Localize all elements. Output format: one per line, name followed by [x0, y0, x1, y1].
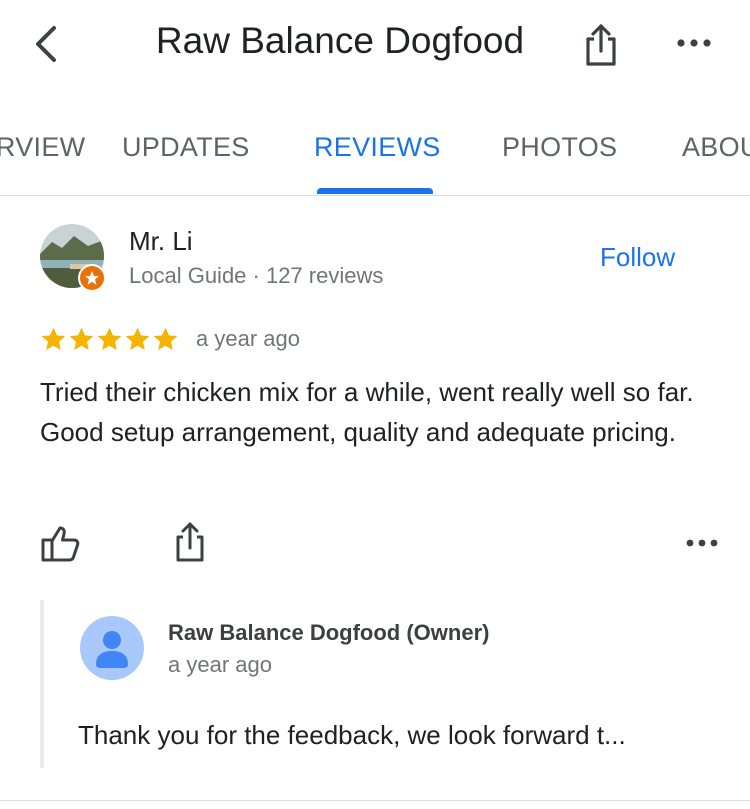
- tab-about[interactable]: ABOUT: [682, 132, 750, 163]
- tab-updates[interactable]: UPDATES: [122, 132, 250, 163]
- share-icon: [176, 522, 204, 562]
- star-icon: [125, 327, 150, 350]
- star-icon: [153, 327, 178, 350]
- star-badge-icon: [85, 271, 99, 285]
- more-options-button[interactable]: [672, 28, 716, 58]
- review-time: a year ago: [196, 326, 300, 351]
- active-tab-indicator: [317, 188, 433, 194]
- share-review-button[interactable]: [172, 520, 208, 564]
- page-title: Raw Balance Dogfood: [155, 20, 525, 61]
- reviewer-meta: Local Guide · 127 reviews: [129, 263, 384, 288]
- chevron-left-icon: [36, 26, 56, 62]
- more-horizontal-icon: [677, 39, 711, 47]
- star-icon: [41, 327, 66, 350]
- more-horizontal-icon: [686, 539, 718, 547]
- review-text: Tried their chicken mix for a while, wen…: [40, 377, 694, 447]
- tab-photos[interactable]: PHOTOS: [502, 132, 617, 163]
- review-more-button[interactable]: [682, 530, 722, 556]
- local-guide-badge: [78, 264, 106, 292]
- owner-reply-time: a year ago: [168, 652, 272, 677]
- like-button[interactable]: [40, 524, 82, 564]
- divider: [0, 800, 750, 801]
- share-icon: [586, 24, 616, 66]
- owner-reply: Raw Balance Dogfood (Owner) a year ago T…: [40, 600, 734, 768]
- owner-reply-text[interactable]: Thank you for the feedback, we look forw…: [78, 720, 728, 751]
- back-button[interactable]: [28, 22, 62, 66]
- share-button[interactable]: [580, 22, 622, 68]
- star-rating: [40, 326, 179, 354]
- app-header: Raw Balance Dogfood: [0, 0, 750, 90]
- follow-button[interactable]: Follow: [600, 242, 675, 273]
- star-icon: [97, 327, 122, 350]
- owner-avatar: [80, 616, 144, 680]
- thumbs-up-icon: [41, 526, 80, 562]
- person-icon: [96, 631, 128, 668]
- tab-overview[interactable]: OVERVIEW: [0, 132, 85, 163]
- tab-reviews[interactable]: REVIEWS: [314, 132, 441, 163]
- reviewer-name[interactable]: Mr. Li: [129, 226, 193, 257]
- tab-bar: OVERVIEW UPDATES REVIEWS PHOTOS ABOUT: [0, 100, 750, 196]
- owner-name: Raw Balance Dogfood (Owner): [168, 620, 490, 645]
- star-icon: [69, 327, 94, 350]
